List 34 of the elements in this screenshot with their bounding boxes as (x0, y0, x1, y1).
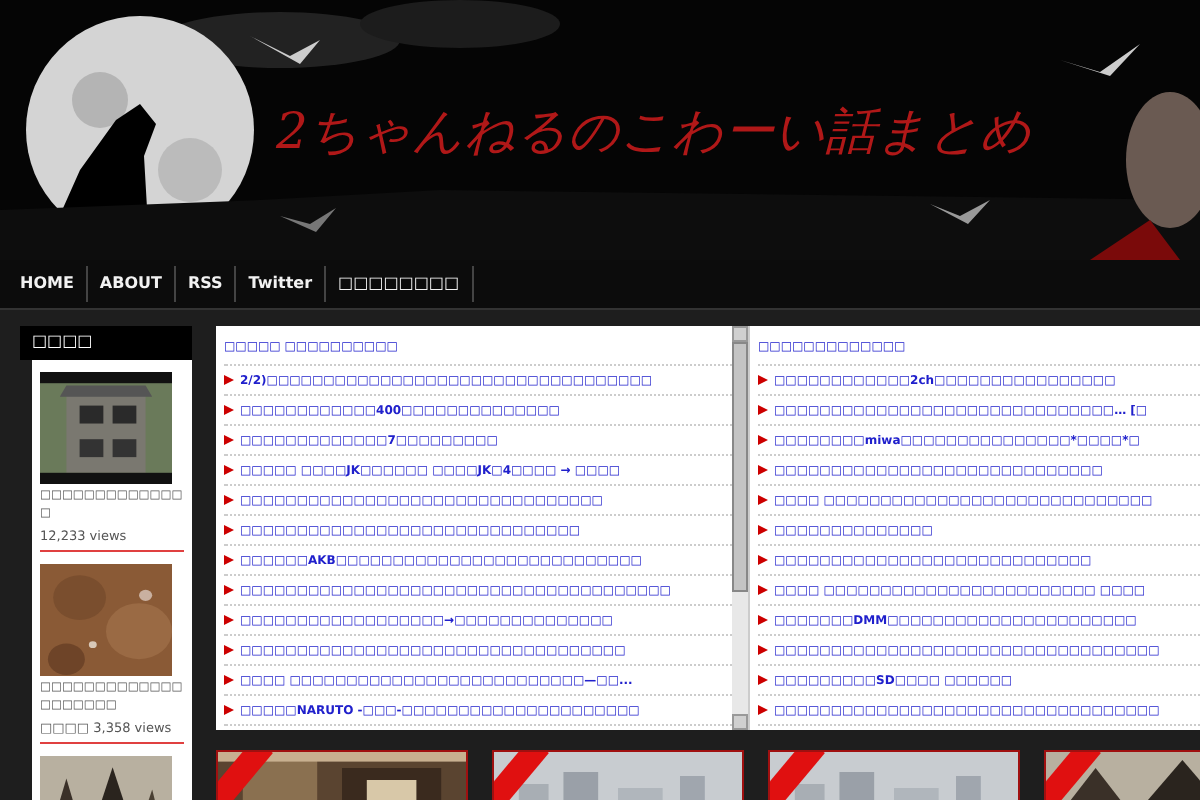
triangle-icon (758, 704, 768, 716)
triangle-icon (758, 374, 768, 386)
triangle-icon (758, 464, 768, 476)
triangle-icon (224, 494, 234, 506)
triangle-icon (758, 434, 768, 446)
triangle-icon (224, 704, 234, 716)
scroll-down-icon[interactable] (732, 714, 748, 730)
triangle-icon (224, 674, 234, 686)
triangle-icon (224, 464, 234, 476)
triangle-icon (758, 644, 768, 656)
nav-link[interactable]: ABOUT (87, 266, 176, 302)
triangle-icon (224, 614, 234, 626)
triangle-icon (758, 494, 768, 506)
triangle-icon (224, 554, 234, 566)
triangle-icon (224, 404, 234, 416)
triangle-icon (224, 584, 234, 596)
triangle-icon (758, 524, 768, 536)
triangle-icon (758, 674, 768, 686)
triangle-icon (224, 524, 234, 536)
scrollbar[interactable] (732, 326, 748, 730)
nav-link[interactable]: Twitter (236, 266, 327, 302)
triangle-icon (758, 554, 768, 566)
triangle-icon (224, 374, 234, 386)
scroll-thumb[interactable] (732, 342, 748, 592)
nav-link[interactable]: HOME (8, 266, 88, 302)
nav-link[interactable]: RSS (175, 266, 237, 302)
nav-link[interactable]: □□□□□□□□ (326, 266, 473, 302)
triangle-icon (224, 644, 234, 656)
triangle-icon (758, 584, 768, 596)
triangle-icon (758, 404, 768, 416)
scroll-up-icon[interactable] (732, 326, 748, 342)
sidebar-heading: □□□□ (20, 326, 192, 360)
triangle-icon (758, 614, 768, 626)
triangle-icon (224, 434, 234, 446)
